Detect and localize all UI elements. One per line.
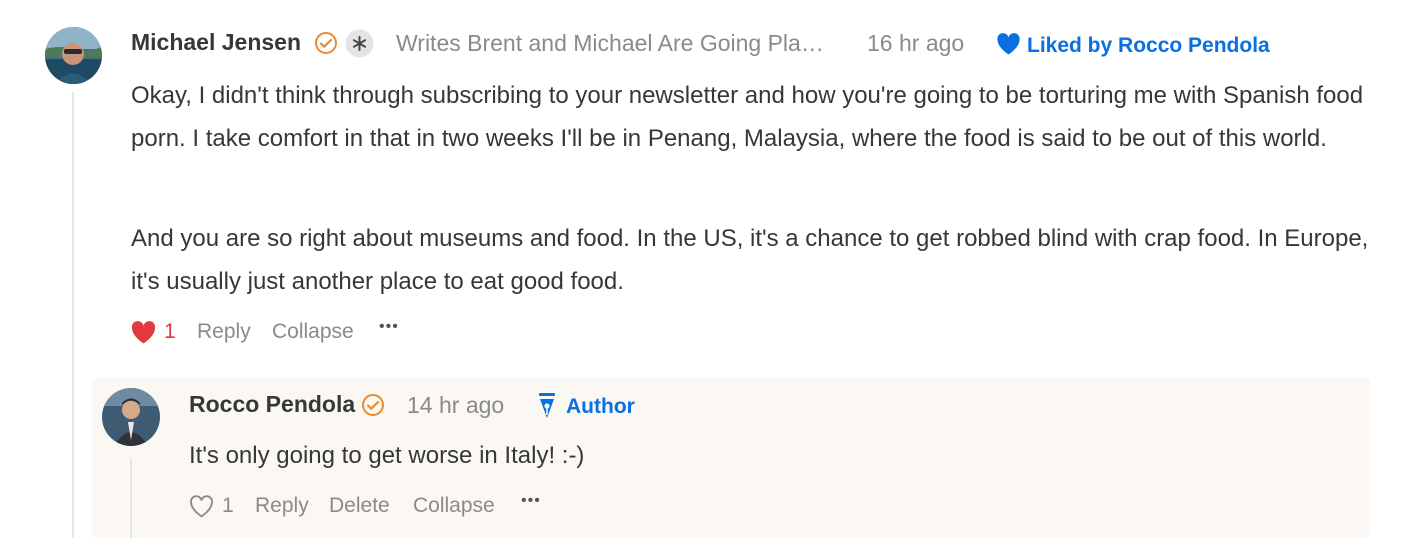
reply-time[interactable]: 14 hr ago <box>407 392 504 419</box>
publication-link[interactable]: Writes Brent and Michael Are Going Pla… <box>396 30 824 57</box>
author-badge: Author <box>566 395 635 418</box>
liked-by-label: Liked by Rocco Pendola <box>1027 34 1270 57</box>
reply-thread-line <box>130 458 132 538</box>
reply-author[interactable]: Rocco Pendola <box>189 391 355 418</box>
reply-like-count: 1 <box>222 494 234 517</box>
pen-nib-icon <box>537 392 557 425</box>
reply-button[interactable]: Reply <box>197 320 251 344</box>
comment-time[interactable]: 16 hr ago <box>867 30 964 57</box>
like-button[interactable]: 1 <box>131 320 176 344</box>
reply-like-button[interactable]: 1 <box>189 494 234 518</box>
reply-reply-button[interactable]: Reply <box>255 494 309 518</box>
comment-author[interactable]: Michael Jensen <box>131 29 301 56</box>
more-options-button[interactable]: ••• <box>379 318 399 336</box>
asterisk-badge-icon <box>345 29 374 63</box>
verified-icon <box>314 31 338 60</box>
reply-text: It's only going to get worse in Italy! :… <box>189 442 585 469</box>
comment-paragraph: Okay, I didn't think through subscribing… <box>131 82 1364 152</box>
thread-line <box>72 92 74 538</box>
comment-paragraph: And you are so right about museums and f… <box>131 225 1369 295</box>
heart-filled-icon <box>996 33 1021 60</box>
heart-icon <box>131 320 156 343</box>
reply-avatar[interactable] <box>102 388 160 446</box>
collapse-button[interactable]: Collapse <box>272 320 354 344</box>
reply-more-options-button[interactable]: ••• <box>521 492 541 510</box>
reply-collapse-button[interactable]: Collapse <box>413 494 495 518</box>
verified-icon <box>361 393 385 422</box>
avatar[interactable] <box>45 27 102 84</box>
delete-button[interactable]: Delete <box>329 494 390 518</box>
heart-outline-icon <box>190 494 213 518</box>
like-count: 1 <box>164 320 176 343</box>
